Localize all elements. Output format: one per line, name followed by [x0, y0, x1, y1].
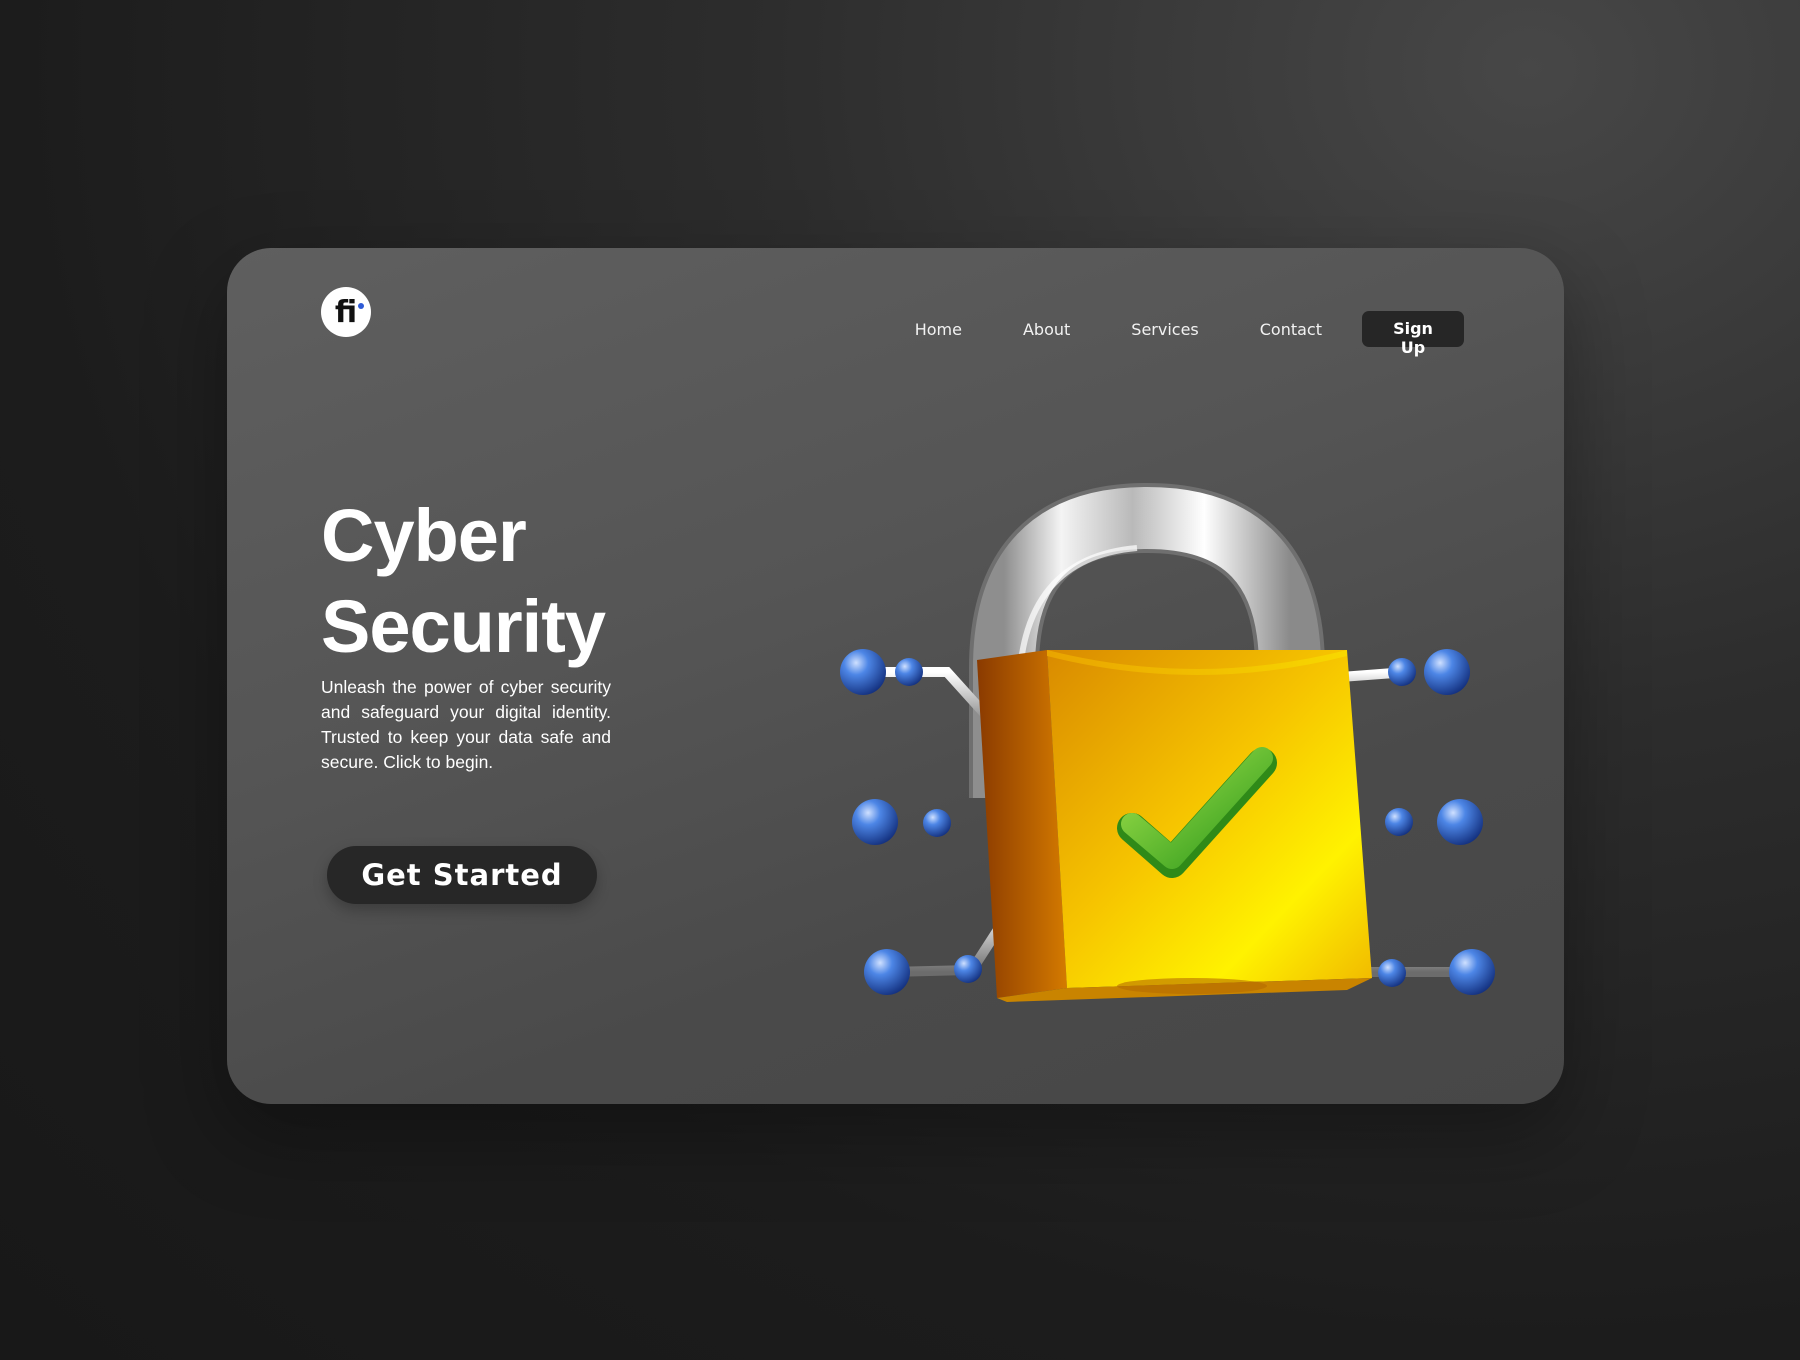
padlock-check-icon	[840, 482, 1495, 1002]
logo-text: fi	[334, 294, 358, 330]
nav-home-link[interactable]: Home	[915, 320, 962, 339]
nav-services-link[interactable]: Services	[1131, 320, 1198, 339]
sign-up-button[interactable]: Sign Up	[1362, 311, 1464, 357]
page-title-line-1: Cyber	[321, 494, 527, 577]
get-started-button[interactable]: Get Started	[327, 846, 597, 904]
logo-icon[interactable]: fi	[321, 287, 371, 337]
top-nav: Home About Services Contact Sign Up	[854, 311, 1464, 357]
nav-contact-link[interactable]: Contact	[1260, 320, 1322, 339]
logo-dot	[357, 302, 364, 309]
hero-card: fi Home About Services Contact Sign Up C…	[227, 248, 1564, 1104]
page-title: Cyber Security	[321, 490, 606, 672]
nav-about-link[interactable]: About	[1023, 320, 1070, 339]
page-title-line-2: Security	[321, 585, 606, 668]
hero-description: Unleash the power of cyber security and …	[321, 677, 611, 772]
